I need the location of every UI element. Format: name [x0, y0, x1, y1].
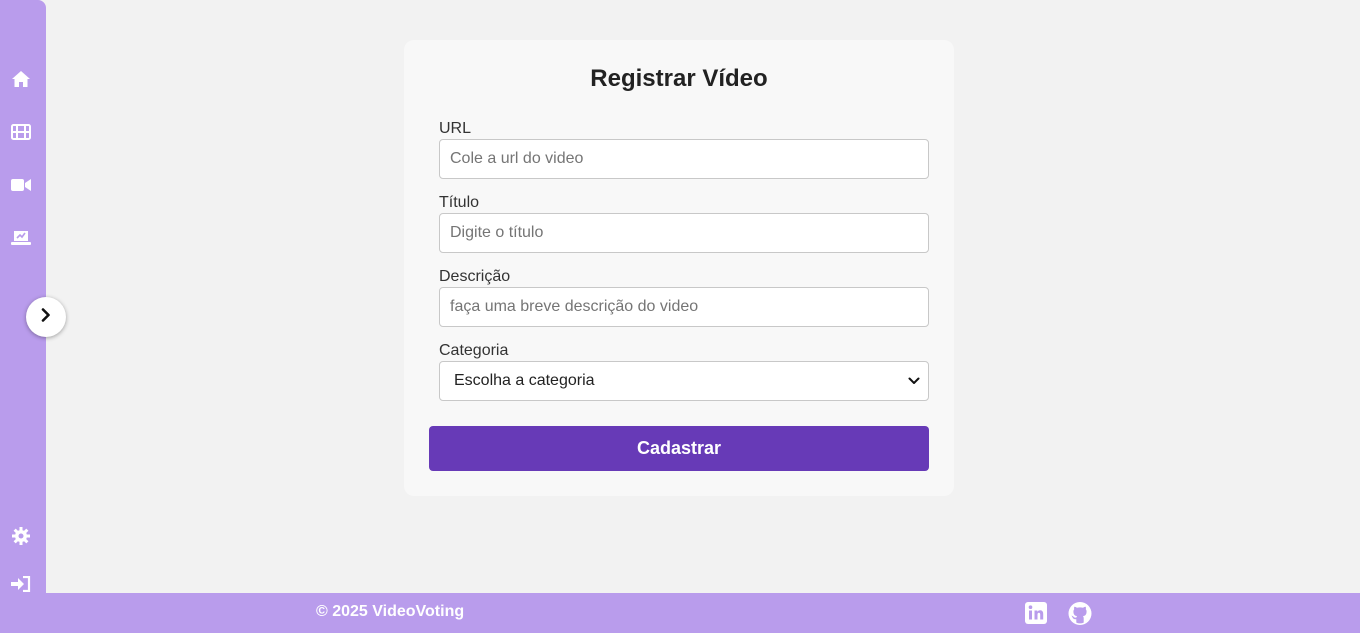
submit-button[interactable]: Cadastrar — [429, 426, 929, 471]
title-input[interactable] — [439, 213, 929, 253]
home-icon[interactable] — [10, 69, 32, 89]
page-title: Registrar Vídeo — [590, 65, 768, 92]
category-label: Categoria — [439, 342, 509, 359]
chevron-right-icon — [40, 307, 52, 327]
url-input[interactable] — [439, 139, 929, 179]
sidebar-toggle-button[interactable] — [26, 297, 66, 337]
register-video-form: Registrar Vídeo URL Título Descrição Cat… — [404, 40, 954, 496]
category-selected-value: Escolha a categoria — [454, 372, 595, 389]
description-input[interactable] — [439, 287, 929, 327]
sign-in-icon[interactable] — [10, 574, 32, 594]
linkedin-icon[interactable] — [1025, 602, 1047, 629]
url-label: URL — [439, 120, 472, 137]
description-label: Descrição — [439, 268, 511, 285]
gear-icon[interactable] — [10, 526, 32, 546]
chevron-down-icon — [908, 372, 920, 390]
video-camera-icon[interactable] — [10, 175, 32, 195]
laptop-chart-icon[interactable] — [10, 228, 32, 248]
footer: © 2025 VideoVoting — [46, 593, 1360, 633]
film-icon[interactable] — [10, 122, 32, 142]
category-select[interactable]: Escolha a categoria — [439, 361, 929, 401]
github-icon[interactable] — [1068, 602, 1092, 630]
title-label: Título — [439, 194, 480, 211]
footer-copyright: © 2025 VideoVoting — [316, 603, 465, 620]
